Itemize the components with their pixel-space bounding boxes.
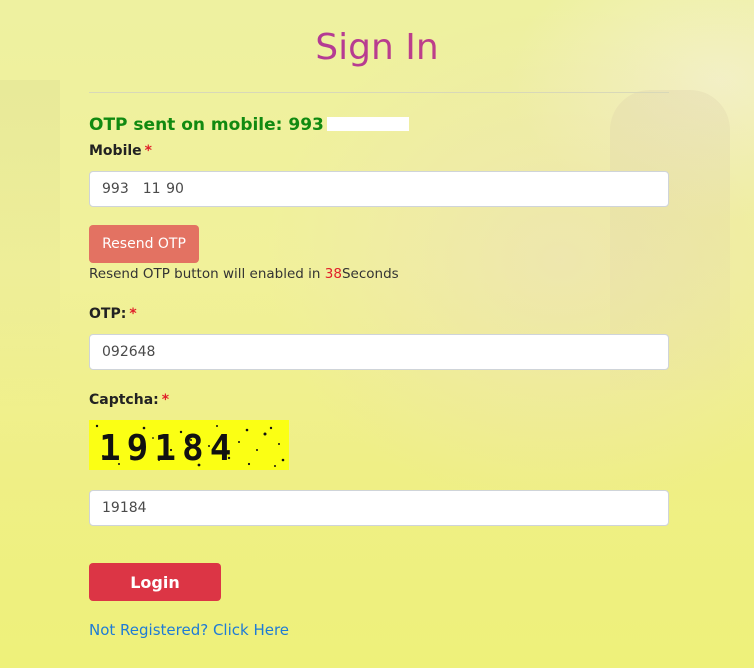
background-left-shade — [0, 80, 60, 410]
title-divider — [89, 92, 669, 93]
resend-note-suffix: Seconds — [341, 266, 399, 282]
otp-sent-text: OTP sent on mobile: 993 — [89, 115, 324, 135]
required-mark: * — [129, 306, 137, 322]
required-mark: * — [161, 392, 170, 408]
captcha-label: Captcha: * — [89, 392, 169, 408]
captcha-label-text: Captcha: — [89, 392, 159, 408]
mobile-label-text: Mobile — [89, 143, 142, 159]
register-link[interactable]: Not Registered? Click Here — [89, 621, 289, 639]
otp-input[interactable] — [89, 334, 669, 370]
required-mark: * — [144, 143, 152, 159]
resend-otp-button[interactable]: Resend OTP — [89, 225, 199, 263]
page-title: Sign In — [0, 22, 754, 74]
mobile-label: Mobile * — [89, 143, 152, 159]
captcha-input[interactable] — [89, 490, 669, 526]
redacted-number-block — [326, 117, 409, 131]
captcha-text: 19184 — [99, 428, 237, 469]
resend-countdown-note: Resend OTP button will enabled in 38Seco… — [89, 266, 399, 282]
otp-label: OTP: * — [89, 306, 137, 322]
login-button[interactable]: Login — [89, 563, 221, 601]
countdown-seconds: 38 — [324, 266, 342, 282]
captcha-image: 19184 — [89, 420, 289, 470]
otp-sent-message: OTP sent on mobile: 993 — [89, 115, 409, 135]
resend-note-prefix: Resend OTP button will enabled in — [89, 266, 325, 282]
otp-label-text: OTP: — [89, 306, 127, 322]
mobile-input[interactable] — [89, 171, 669, 207]
captcha-graphic: 19184 — [89, 420, 289, 470]
